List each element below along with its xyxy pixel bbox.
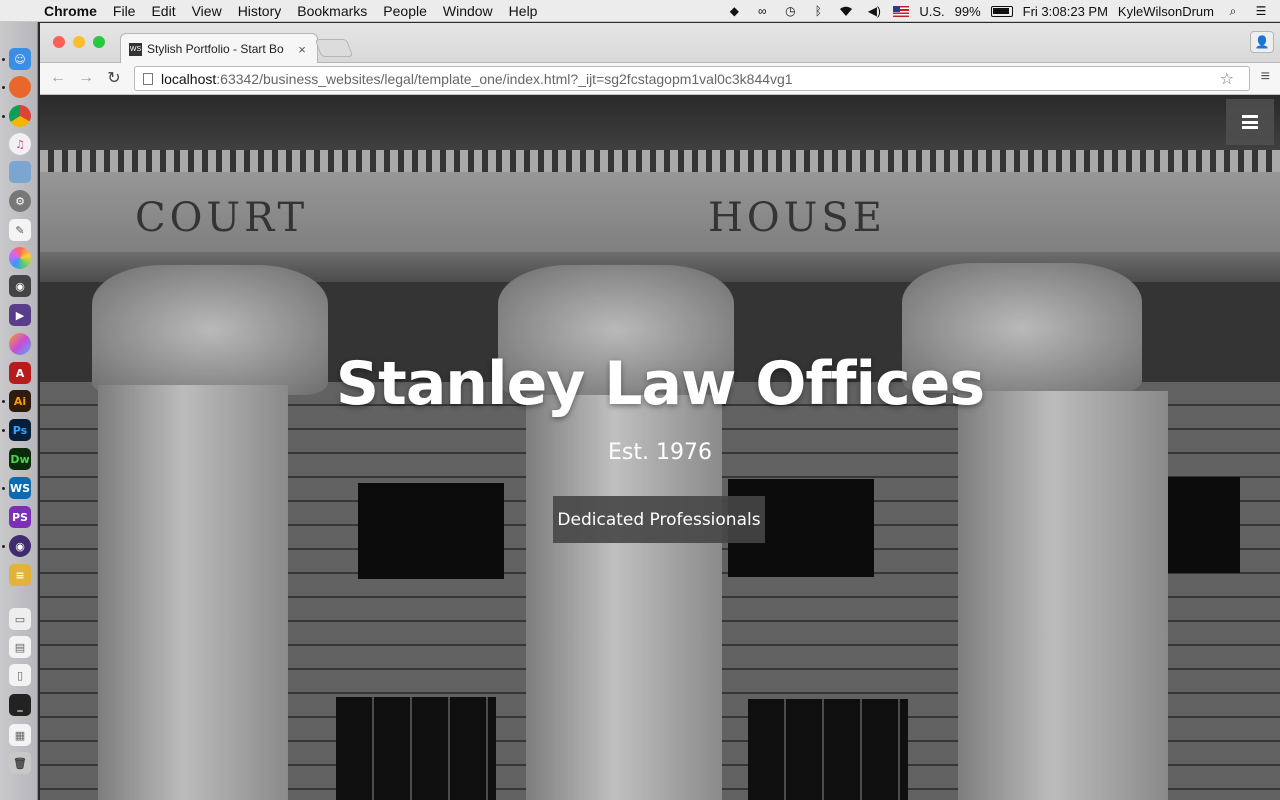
phone-icon[interactable]: ▯ — [9, 664, 31, 686]
us-flag-icon[interactable] — [893, 5, 910, 17]
menu-app-chrome[interactable]: Chrome — [36, 3, 105, 19]
tab-title: Stylish Portfolio - Start Bo — [147, 42, 284, 56]
volume-icon[interactable]: ◀) — [865, 4, 883, 18]
webstorm-icon[interactable]: WS — [9, 477, 31, 499]
back-icon[interactable]: ← — [46, 66, 70, 90]
user-name[interactable]: KyleWilsonDrum — [1118, 4, 1214, 19]
final-cut-icon[interactable]: ▶ — [9, 304, 31, 326]
github-icon[interactable]: ◉ — [9, 535, 31, 557]
chrome-icon[interactable] — [9, 105, 31, 127]
finder-icon[interactable]: ☺ — [9, 48, 31, 70]
illustrator-icon[interactable]: Ai — [9, 390, 31, 412]
photoshop-icon[interactable]: Ps — [9, 419, 31, 441]
hero-title: Stanley Law Offices — [335, 349, 985, 419]
time-machine-icon[interactable]: ◷ — [781, 4, 799, 18]
running-indicator — [2, 429, 5, 432]
menu-history[interactable]: History — [230, 3, 290, 19]
menu-view[interactable]: View — [184, 3, 230, 19]
running-indicator — [2, 115, 5, 118]
running-indicator — [2, 58, 5, 61]
disk-utility-icon[interactable]: ◉ — [9, 275, 31, 297]
document-icon[interactable]: ▤ — [9, 636, 31, 658]
dedicated-professionals-button[interactable]: Dedicated Professionals — [553, 496, 765, 543]
wifi-icon[interactable] — [837, 4, 855, 18]
bluetooth-icon[interactable]: ᛒ — [809, 4, 827, 18]
reload-icon[interactable]: ↻ — [102, 66, 126, 90]
file-icon[interactable]: ▦ — [9, 724, 31, 746]
notification-center-icon[interactable]: ☰ — [1252, 4, 1270, 18]
menu-bookmarks[interactable]: Bookmarks — [289, 3, 375, 19]
chrome-menu-icon[interactable]: ≡ — [1261, 68, 1270, 86]
tab-active[interactable]: WS Stylish Portfolio - Start Bo × — [120, 33, 318, 64]
menu-people[interactable]: People — [375, 3, 435, 19]
menu-edit[interactable]: Edit — [143, 3, 183, 19]
browser-toolbar: ← → ↻ localhost:63342/business_websites/… — [40, 63, 1280, 95]
profile-icon[interactable]: 👤 — [1250, 31, 1274, 53]
dreamweaver-icon[interactable]: Dw — [9, 448, 31, 470]
page-icon — [143, 72, 153, 85]
tab-close-icon[interactable]: × — [295, 42, 309, 57]
sketch-icon[interactable] — [9, 333, 31, 355]
minimize-window-icon[interactable] — [73, 36, 85, 48]
window-icon[interactable]: ▭ — [9, 608, 31, 630]
textedit-icon[interactable]: ✎ — [9, 219, 31, 241]
hero-subtitle: Est. 1976 — [608, 440, 712, 465]
stacks-icon[interactable]: ≡ — [9, 564, 31, 586]
spotlight-search-icon[interactable]: ⌕ — [1224, 4, 1242, 18]
dropbox-icon[interactable]: ◆ — [725, 4, 743, 18]
forward-icon[interactable]: → — [74, 66, 98, 90]
bookmark-star-icon[interactable]: ☆ — [1220, 69, 1234, 89]
tab-strip: WS Stylish Portfolio - Start Bo × 👤 — [40, 23, 1280, 64]
hero-section: COURT HOUSE Stanley Law Offices Est. 197… — [40, 95, 1280, 800]
running-indicator — [2, 400, 5, 403]
new-tab-button[interactable] — [314, 39, 354, 57]
input-source-label[interactable]: U.S. — [919, 4, 944, 19]
acrobat-icon[interactable]: A — [9, 362, 31, 384]
webstorm-favicon-icon: WS — [129, 42, 142, 56]
itunes-icon[interactable]: ♫ — [9, 133, 31, 155]
zoom-window-icon[interactable] — [93, 36, 105, 48]
dock: ☺ ♫ ⚙ ✎ ◉ ▶ A Ai Ps Dw WS PS ◉ ≡ ▭ ▤ ▯ _… — [0, 22, 38, 800]
menu-toggle-button[interactable] — [1226, 99, 1274, 145]
battery-icon[interactable] — [990, 5, 1013, 17]
url-host: localhost — [161, 70, 217, 87]
trash-icon[interactable]: 🗑 — [9, 752, 31, 774]
photos-icon[interactable] — [9, 247, 31, 269]
hamburger-icon — [1242, 115, 1258, 129]
address-bar[interactable]: localhost:63342/business_websites/legal/… — [134, 66, 1250, 91]
running-indicator — [2, 86, 5, 89]
firefox-icon[interactable] — [9, 76, 31, 98]
phpstorm-icon[interactable]: PS — [9, 506, 31, 528]
creative-cloud-icon[interactable]: ∞ — [753, 4, 771, 18]
system-preferences-icon[interactable]: ⚙ — [9, 190, 31, 212]
running-indicator — [2, 545, 5, 548]
menu-window[interactable]: Window — [435, 3, 501, 19]
browser-window: WS Stylish Portfolio - Start Bo × 👤 ← → … — [40, 23, 1280, 800]
preview-icon[interactable] — [9, 161, 31, 183]
menu-bar: Chrome File Edit View History Bookmarks … — [0, 0, 1280, 22]
menu-help[interactable]: Help — [501, 3, 546, 19]
url-path: :63342/business_websites/legal/template_… — [216, 70, 793, 87]
running-indicator — [2, 487, 5, 490]
close-window-icon[interactable] — [53, 36, 65, 48]
battery-percent[interactable]: 99% — [955, 4, 981, 19]
clock[interactable]: Fri 3:08:23 PM — [1023, 4, 1108, 19]
terminal-icon[interactable]: _ — [9, 694, 31, 716]
menu-file[interactable]: File — [105, 3, 144, 19]
